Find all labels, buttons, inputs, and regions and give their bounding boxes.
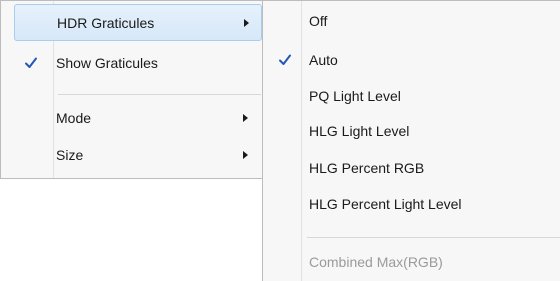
checkmark-icon bbox=[274, 49, 296, 71]
submenu-item-combined-max-rgb: Combined Max(RGB) bbox=[265, 245, 559, 279]
menu-item-label: HLG Percent RGB bbox=[309, 160, 425, 176]
menu-item-show-graticules[interactable]: Show Graticules bbox=[14, 45, 262, 81]
menu-item-label: Size bbox=[56, 147, 84, 163]
menu-separator bbox=[58, 94, 261, 95]
menu-item-label: Auto bbox=[309, 52, 338, 68]
hdr-graticules-submenu: Off Auto PQ Light Level HLG Light Level … bbox=[262, 0, 560, 281]
menu-item-size[interactable]: Size bbox=[14, 138, 262, 172]
menu-item-label: PQ Light Level bbox=[309, 88, 401, 104]
submenu-item-hlg-percent-rgb[interactable]: HLG Percent RGB bbox=[265, 151, 559, 185]
submenu-arrow-icon bbox=[244, 18, 249, 27]
graticule-context-menu: HDR Graticules Show Graticules Mode Size bbox=[0, 0, 263, 179]
submenu-arrow-icon bbox=[243, 114, 248, 122]
menu-item-label: Off bbox=[309, 13, 328, 29]
menu-item-hdr-graticules[interactable]: HDR Graticules bbox=[14, 4, 262, 41]
menu-item-label: Mode bbox=[56, 110, 92, 126]
menu-item-mode[interactable]: Mode bbox=[14, 101, 262, 135]
submenu-item-hlg-percent-light-level[interactable]: HLG Percent Light Level bbox=[265, 187, 559, 221]
menu-item-label: Show Graticules bbox=[56, 55, 158, 71]
submenu-item-off[interactable]: Off bbox=[265, 4, 559, 38]
submenu-item-auto[interactable]: Auto bbox=[265, 43, 559, 77]
submenu-item-pq-light-level[interactable]: PQ Light Level bbox=[265, 79, 559, 113]
menu-separator bbox=[307, 237, 560, 238]
menu-item-label: HLG Light Level bbox=[309, 123, 410, 139]
submenu-item-hlg-light-level[interactable]: HLG Light Level bbox=[265, 114, 559, 148]
submenu-arrow-icon bbox=[243, 151, 248, 159]
menu-item-label: HDR Graticules bbox=[57, 14, 155, 31]
menu-item-label: HLG Percent Light Level bbox=[309, 196, 462, 212]
checkmark-icon bbox=[20, 52, 42, 74]
menu-item-label: Combined Max(RGB) bbox=[309, 254, 443, 270]
